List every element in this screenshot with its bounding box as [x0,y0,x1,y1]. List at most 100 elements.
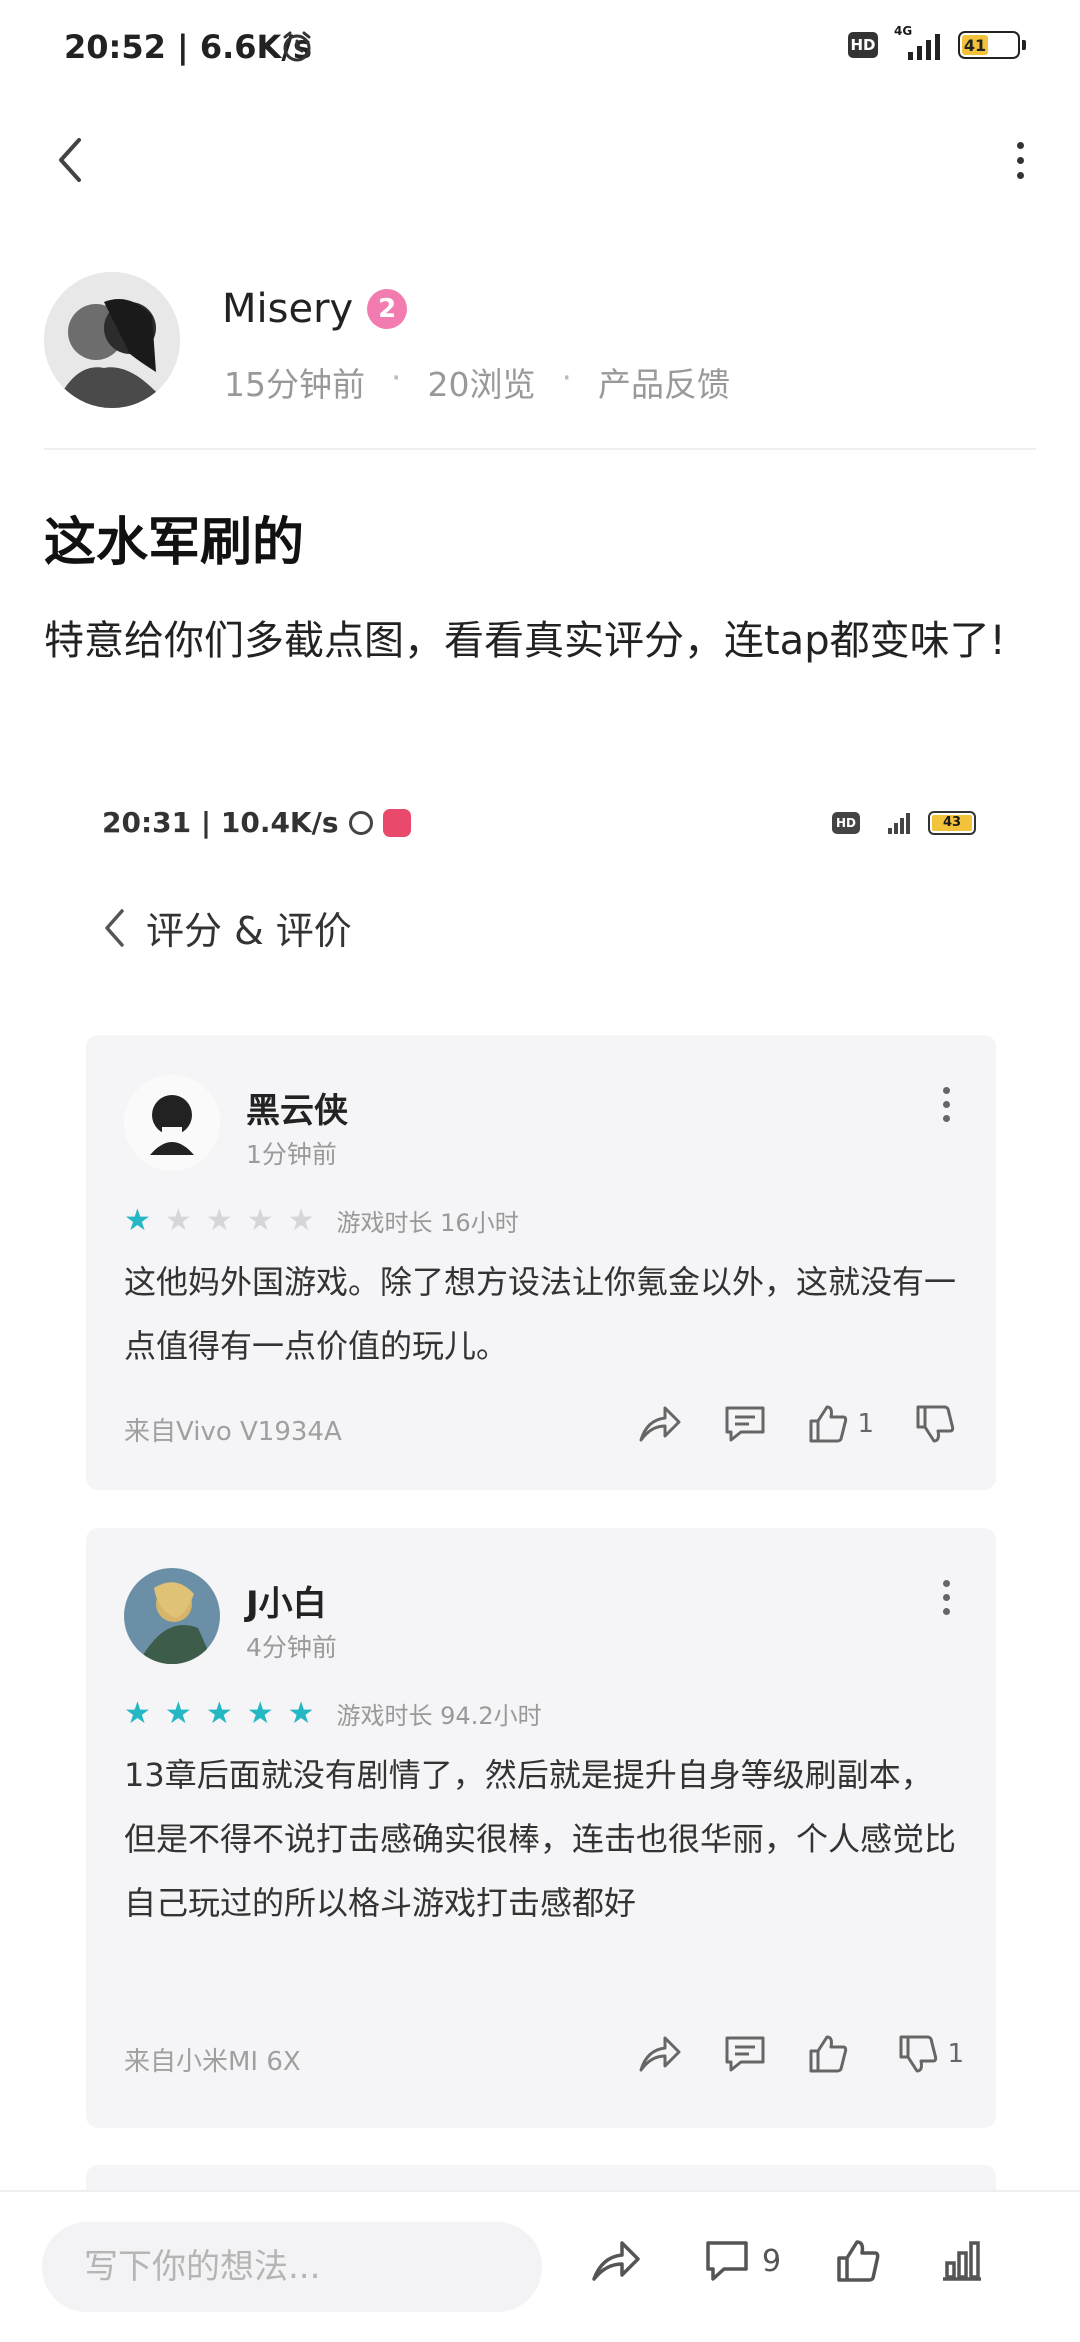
comment-icon [725,1406,765,1442]
back-arrow-icon [59,138,81,182]
app-notification-icon [382,808,411,837]
embedded-page-title: 评分 & 评价 [146,909,352,953]
star-icon: ★ [164,1203,192,1238]
comment-count: 9 [762,2243,782,2279]
reviewer-name: 黑云侠 [246,1091,348,1131]
star-icon: ★ [287,1696,315,1731]
thumbs-down-icon [916,1405,955,1443]
thumbs-down-icon [899,2035,938,2073]
review-card: 黑云侠 1分钟前 ★ ★ ★ ★ ★ 游戏时长 16小时 这他妈外国游戏。除了想… [86,1035,996,1490]
like-button[interactable]: 1 [807,1403,874,1445]
signal-icon [888,813,910,834]
star-icon: ★ [246,1203,274,1238]
share-button[interactable] [590,2239,642,2283]
dislike-count: 1 [947,2039,964,2069]
share-button[interactable] [637,1404,683,1444]
comment-icon [725,2036,765,2072]
divider [44,448,1036,450]
post-body: 特意给你们多截点图，看看真实评分，连tap都变味了! [44,618,1006,664]
review-device: 来自小米MI 6X [124,2047,301,2077]
bottom-bar: 9 [0,2190,1080,2342]
author-name[interactable]: Misery [222,286,353,332]
battery-icon: 41 [958,31,1026,59]
review-time: 1分钟前 [246,1140,337,1169]
meta-separator: · [391,358,402,397]
status-time: 20:52 | 6.6K/s [64,28,313,66]
review-card: J小白 4分钟前 ★ ★ ★ ★ ★ 游戏时长 94.2小时 13章后面就没有剧… [86,1528,996,2128]
review-device: 来自Vivo V1934A [124,1417,342,1447]
star-icon: ★ [205,1203,233,1238]
comment-icon [706,2241,748,2281]
level-badge: 2 [367,289,408,329]
battery-level: 41 [962,35,988,55]
embedded-status-right: HD 43 [832,810,976,836]
reply-button[interactable] [723,2034,767,2074]
like-count: 1 [857,1409,874,1439]
more-options-button[interactable] [990,130,1050,190]
like-button[interactable] [835,2238,881,2284]
review-more-button[interactable] [943,1087,950,1122]
back-button[interactable] [40,130,100,190]
review-more-button[interactable] [943,1580,950,1615]
dislike-button[interactable] [914,1403,964,1445]
post-views: 20浏览 [427,365,536,404]
hd-badge: HD [848,32,878,58]
thumbs-up-icon [837,2240,880,2282]
reviewer-avatar [124,1568,220,1664]
thumbs-up-icon [809,2035,848,2073]
meta-separator: · [561,358,573,397]
review-footer: 来自Vivo V1934A 1 [124,1403,964,1453]
embedded-status: 20:31 | 10.4K/s [102,806,411,839]
battery-icon: 43 [928,811,976,835]
rating-stars: ★ ★ ★ ★ ★ 游戏时长 94.2小时 [124,1696,542,1731]
reviewer-avatar [124,1075,220,1171]
alarm-icon [283,31,311,62]
share-icon [639,2036,681,2072]
playtime: 游戏时长 94.2小时 [336,1702,542,1730]
back-arrow-icon [105,908,124,947]
star-icon: ★ [246,1696,274,1731]
stats-button[interactable] [939,2239,985,2283]
dislike-button[interactable]: 1 [897,2033,964,2075]
like-button[interactable] [807,2033,857,2075]
share-button[interactable] [637,2034,683,2074]
embedded-header: 评分 & 评价 [102,900,352,955]
author-name-row: Misery 2 [222,286,408,332]
review-text: 这他妈外国游戏。除了想方设法让你氪金以外，这就没有一点值得有一点价值的玩儿。 [124,1263,957,1365]
star-icon: ★ [124,1696,151,1731]
post-time: 15分钟前 [224,365,365,404]
network-type: 4G [894,24,913,38]
author-avatar[interactable] [44,272,180,408]
status-bar: 20:52 | 6.6K/s HD 4G 41 [0,0,1080,100]
review-footer: 来自小米MI 6X 1 [124,2033,964,2083]
post-title: 这水军刷的 [44,513,305,573]
alarm-icon [348,810,373,835]
chart-icon [943,2241,982,2281]
reply-button[interactable] [723,1404,767,1444]
comments-button[interactable]: 9 [704,2239,781,2283]
reviewer-name: J小白 [246,1584,327,1624]
star-icon: ★ [205,1696,233,1731]
playtime: 游戏时长 16小时 [336,1209,519,1237]
more-dots-icon [1016,141,1024,149]
review-card: 兔兔 [86,2165,996,2190]
embedded-status-time: 20:31 | 10.4K/s [102,806,339,839]
star-icon: ★ [164,1696,192,1731]
star-icon: ★ [124,1203,151,1238]
hd-badge: HD [832,812,860,834]
post-meta: 15分钟前 · 20浏览 · 产品反馈 [224,358,730,406]
comment-input[interactable] [42,2222,542,2312]
battery-level: 43 [932,815,972,831]
review-text: 13章后面就没有剧情了，然后就是提升自身等级刷副本，但是不得不说打击感确实很棒，… [124,1756,957,1922]
author-header: Misery 2 15分钟前 · 20浏览 · 产品反馈 [44,272,1044,412]
signal-icon: 4G [894,24,940,60]
thumbs-up-icon [809,1405,848,1443]
post-category[interactable]: 产品反馈 [598,358,730,406]
top-nav [0,110,1080,210]
star-icon: ★ [287,1203,315,1238]
embedded-screenshot[interactable]: 20:31 | 10.4K/s HD 43 评分 & 评价 黑云侠 1分钟前 ★… [44,780,1036,2190]
share-icon [592,2241,640,2281]
share-icon [639,1406,681,1442]
review-time: 4分钟前 [246,1633,337,1662]
rating-stars: ★ ★ ★ ★ ★ 游戏时长 16小时 [124,1203,519,1238]
